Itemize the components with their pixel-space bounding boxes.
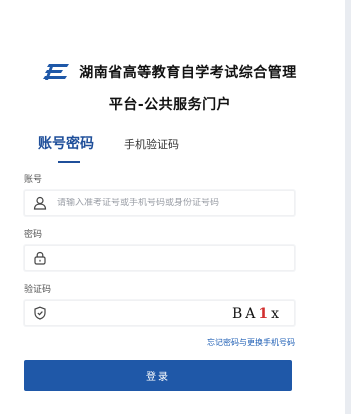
scrollbar-track bbox=[345, 0, 351, 414]
shield-icon bbox=[34, 306, 46, 320]
login-page: 湖南省高等教育自学考试综合管理 平台-公共服务门户 账号密码 手机验证码 账号 … bbox=[0, 0, 351, 414]
account-label: 账号 bbox=[24, 175, 43, 185]
account-input[interactable] bbox=[57, 198, 294, 208]
lock-icon bbox=[34, 251, 46, 265]
exam-logo-icon bbox=[43, 64, 70, 80]
forgot-password-link[interactable]: 忘记密码与更换手机号码 bbox=[207, 337, 295, 348]
account-field[interactable] bbox=[24, 190, 295, 216]
captcha-image[interactable]: BA 1 x bbox=[224, 304, 290, 324]
tab-account-password[interactable]: 账号密码 bbox=[38, 133, 94, 163]
password-field[interactable] bbox=[24, 245, 295, 271]
captcha-text-part3: x bbox=[271, 306, 283, 322]
portal-header: 湖南省高等教育自学考试综合管理 平台-公共服务门户 bbox=[0, 60, 340, 114]
portal-title-line1: 湖南省高等教育自学考试综合管理 bbox=[79, 65, 297, 81]
captcha-text-part2: 1 bbox=[258, 306, 272, 322]
captcha-text-part1: BA bbox=[231, 306, 259, 322]
captcha-field[interactable]: BA 1 x bbox=[24, 300, 295, 326]
login-button[interactable]: 登录 bbox=[24, 360, 292, 391]
title-row: 湖南省高等教育自学考试综合管理 bbox=[0, 60, 340, 84]
portal-title-line2: 平台-公共服务门户 bbox=[108, 97, 232, 113]
tab-sms-code[interactable]: 手机验证码 bbox=[124, 136, 179, 159]
password-label: 密码 bbox=[24, 230, 43, 240]
user-icon bbox=[33, 196, 47, 210]
password-input[interactable] bbox=[57, 253, 294, 263]
captcha-label: 验证码 bbox=[24, 285, 52, 295]
login-tabs: 账号密码 手机验证码 bbox=[38, 133, 179, 163]
